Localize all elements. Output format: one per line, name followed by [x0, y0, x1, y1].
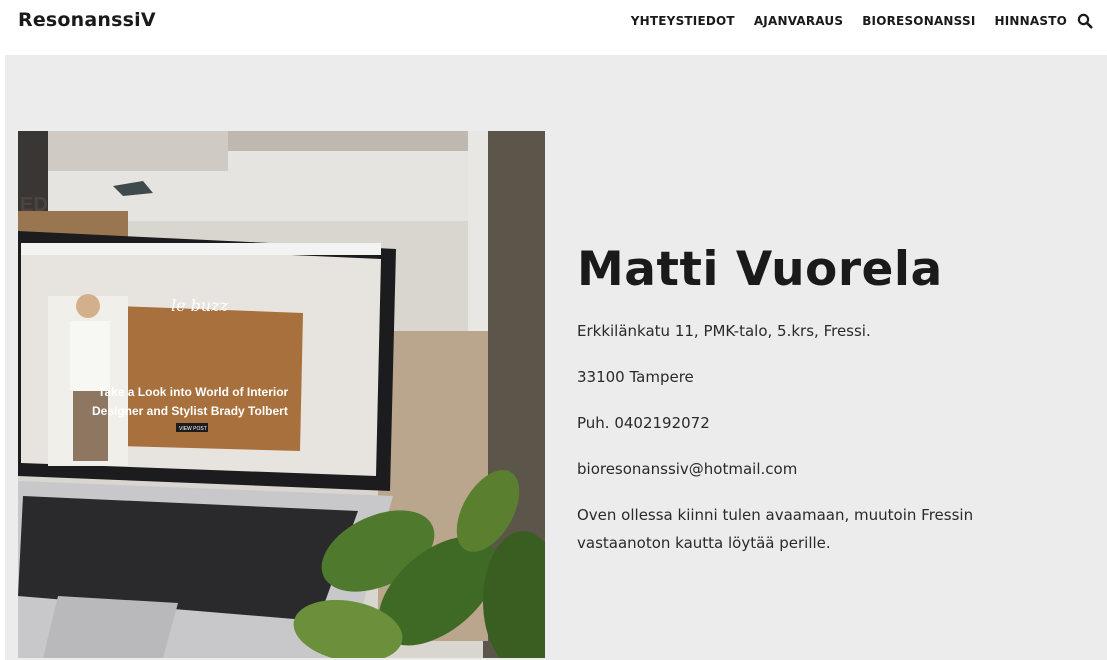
main-nav: YHTEYSTIEDOT AJANVARAUS BIORESONANSSI HI…	[612, 13, 1093, 29]
nav-item-yhteystiedot[interactable]: YHTEYSTIEDOT	[631, 14, 735, 28]
nav-item-bioresonanssi[interactable]: BIORESONANSSI	[862, 14, 975, 28]
screen-headline-2: Designer and Stylist Brady Tolbert	[92, 404, 288, 418]
contact-info: Matti Vuorela Erkkilänkatu 11, PMK-talo,…	[577, 240, 1047, 557]
site-header: ResonanssiV YHTEYSTIEDOT AJANVARAUS BIOR…	[0, 0, 1107, 55]
site-logo[interactable]: ResonanssiV	[18, 9, 156, 31]
phone-text: Puh. 0402192072	[577, 414, 710, 432]
page-title: Matti Vuorela	[577, 242, 943, 297]
search-icon[interactable]	[1077, 13, 1093, 29]
nav-item-ajanvaraus[interactable]: AJANVARAUS	[754, 14, 843, 28]
laptop-photo: ED le buzz Take a Look into World of Int…	[18, 131, 545, 658]
address-text: Erkkilänkatu 11, PMK-talo, 5.krs, Fressi…	[577, 322, 871, 340]
laptop: le buzz Take a Look into World of Interi…	[18, 231, 396, 658]
screen-button: VIEW POST	[179, 426, 207, 432]
sign-text: ED	[20, 194, 48, 216]
city-text: 33100 Tampere	[577, 368, 694, 386]
screen-headline-1: Take a Look into World of Interior	[98, 385, 289, 399]
email-text: bioresonanssiv@hotmail.com	[577, 460, 798, 478]
screen-logo: le buzz	[171, 296, 229, 315]
nav-item-hinnasto[interactable]: HINNASTO	[994, 14, 1067, 28]
note-text: Oven ollessa kiinni tulen avaamaan, muut…	[577, 506, 974, 552]
